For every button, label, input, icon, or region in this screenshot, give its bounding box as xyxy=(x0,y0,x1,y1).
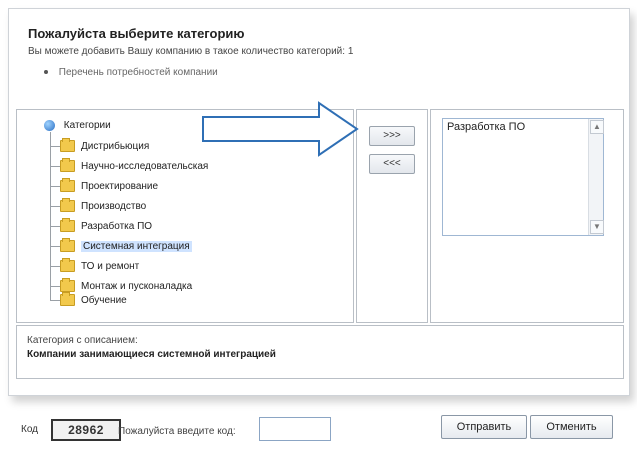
folder-icon xyxy=(60,138,75,153)
add-category-button[interactable]: >>> xyxy=(369,126,415,146)
folder-icon xyxy=(60,198,75,213)
tree-item-design[interactable]: Проектирование xyxy=(60,178,159,194)
bullet-item: Перечень потребностей компании xyxy=(44,67,218,78)
cancel-button[interactable]: Отменить xyxy=(530,415,613,439)
folder-icon xyxy=(60,292,75,307)
listbox-scrollbar[interactable]: ▲ ▼ xyxy=(588,119,604,235)
tree-item-training[interactable]: Обучение xyxy=(60,292,127,308)
tree-connector xyxy=(50,300,60,301)
globe-icon xyxy=(44,120,55,131)
tree-item-label: Системная интеграция xyxy=(81,241,192,252)
tree-item-maintenance[interactable]: ТО и ремонт xyxy=(60,258,140,274)
captcha-label: Код xyxy=(21,424,39,435)
tree-connector xyxy=(50,186,60,187)
chevron-up-icon[interactable]: ▲ xyxy=(590,120,604,134)
captcha-hint: Пожалуйста введите код: xyxy=(118,426,236,437)
tree-item-label: ТО и ремонт xyxy=(81,261,140,272)
selected-categories-list[interactable]: Разработка ПО ▲ ▼ xyxy=(442,118,604,236)
tree-item-label: Производство xyxy=(81,201,147,212)
category-description: Категория с описанием: Компании занимающ… xyxy=(16,325,624,379)
tree-connector xyxy=(50,266,60,267)
tree-item-production[interactable]: Производство xyxy=(60,198,147,214)
folder-icon xyxy=(60,238,75,253)
category-limit-note: Вы можете добавить Вашу компанию в такое… xyxy=(28,46,354,57)
tree-connector xyxy=(50,246,60,247)
chevron-down-icon[interactable]: ▼ xyxy=(590,220,604,234)
tree-item-system-integration[interactable]: Системная интеграция xyxy=(60,238,192,254)
send-button[interactable]: Отправить xyxy=(441,415,527,439)
bullet-dot xyxy=(44,70,48,75)
description-value: Компании занимающиеся системной интеграц… xyxy=(27,349,276,360)
tree-connector xyxy=(50,286,60,287)
folder-icon xyxy=(60,258,75,273)
tree-connector xyxy=(50,166,60,167)
tree-root[interactable]: Категории xyxy=(44,120,111,131)
captcha-code: 28962 xyxy=(51,419,121,441)
folder-icon xyxy=(60,158,75,173)
tree-item-label: Разработка ПО xyxy=(81,221,153,232)
page-title: Пожалуйста выберите категорию xyxy=(28,26,245,41)
tree-vertical-line xyxy=(50,132,51,300)
tree-item-label: Дистрибьюция xyxy=(81,141,150,152)
tree-item-research[interactable]: Научно-исследовательская xyxy=(60,158,209,174)
arrow-right-icon xyxy=(202,101,359,157)
captcha-input[interactable] xyxy=(259,417,331,441)
tree-connector xyxy=(50,206,60,207)
tree-connector xyxy=(50,226,60,227)
folder-icon xyxy=(60,178,75,193)
tree-item-distribution[interactable]: Дистрибьюция xyxy=(60,138,150,154)
tree-item-label: Научно-исследовательская xyxy=(81,161,209,172)
tree-item-label: Обучение xyxy=(81,295,127,306)
tree-item-software[interactable]: Разработка ПО xyxy=(60,218,153,234)
tree-item-label: Проектирование xyxy=(81,181,159,192)
bullet-text: Перечень потребностей компании xyxy=(58,67,218,78)
folder-icon xyxy=(60,218,75,233)
description-label: Категория с описанием: xyxy=(27,335,138,346)
tree-item-label: Монтаж и пусконаладка xyxy=(81,281,193,292)
tree-item-installation[interactable]: Монтаж и пусконаладка xyxy=(60,278,193,294)
tree-connector xyxy=(50,146,60,147)
list-item[interactable]: Разработка ПО xyxy=(447,121,525,133)
tree-root-label: Категории xyxy=(63,120,111,132)
remove-category-button[interactable]: <<< xyxy=(369,154,415,174)
folder-icon xyxy=(60,278,75,293)
